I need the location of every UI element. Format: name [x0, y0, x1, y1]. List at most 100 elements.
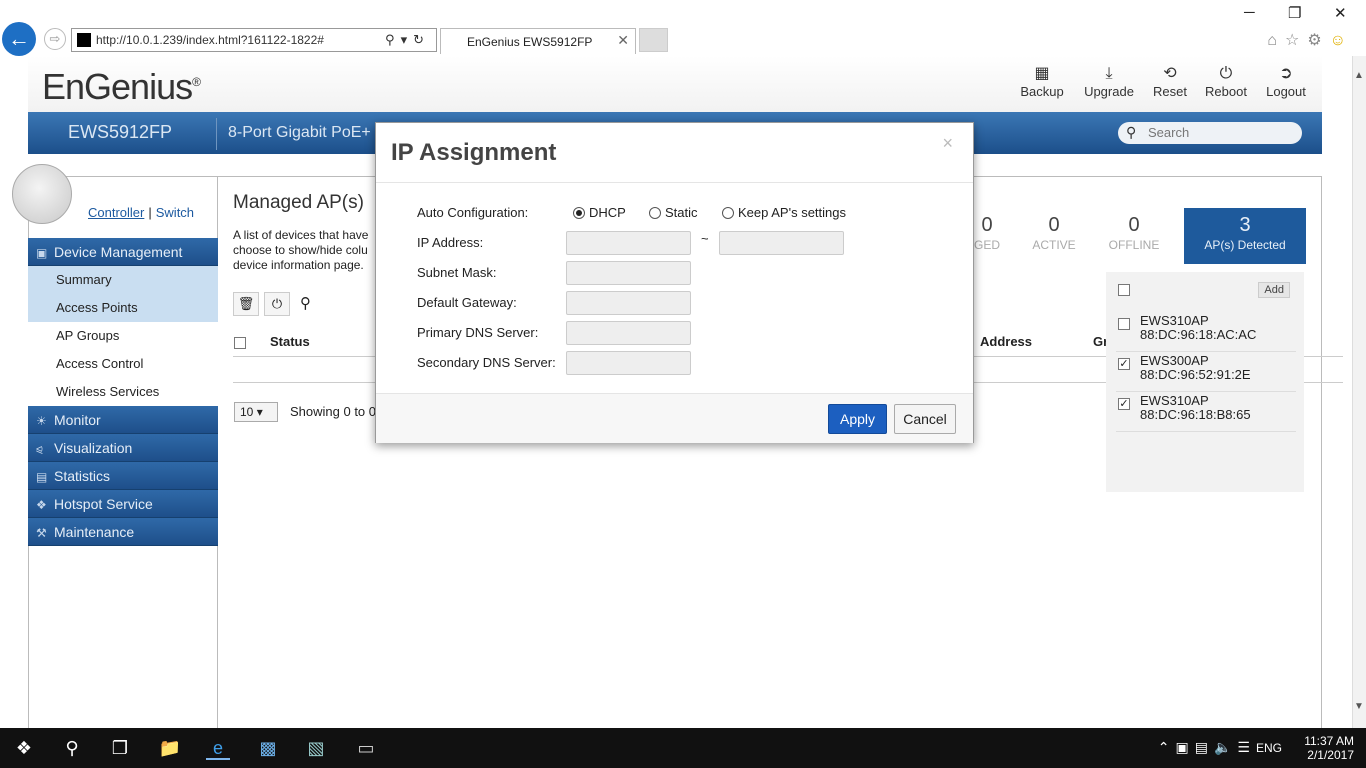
list-item[interactable]: ✓ EWS300AP 88:DC:96:52:91:2E	[1116, 352, 1296, 392]
page-description: A list of devices that have choose to sh…	[233, 228, 369, 272]
secondary-dns-label: Secondary DNS Server:	[417, 355, 556, 370]
table-search-icon[interactable]: ⚲	[300, 294, 311, 312]
sidebar-section-monitor[interactable]: ☀ Monitor	[28, 406, 218, 434]
windows-start-icon[interactable]: ❖	[12, 736, 36, 760]
power-icon: ⏻	[271, 296, 283, 311]
list-item[interactable]: ✓ EWS310AP 88:DC:96:18:B8:65	[1116, 392, 1296, 432]
network-icon[interactable]: ▤	[1195, 739, 1214, 755]
chevron-up-icon[interactable]: ⌃	[1158, 739, 1176, 755]
app-icon[interactable]: ▧	[304, 736, 328, 760]
radio-dhcp-icon[interactable]	[573, 207, 585, 219]
col-status[interactable]: Status	[270, 334, 310, 349]
tray-app-icon[interactable]: ▣	[1176, 739, 1195, 755]
tray-icons[interactable]: ⌃▣▤🔈☰ENG	[1158, 739, 1282, 756]
app2-icon[interactable]: ▭	[354, 736, 378, 760]
showing-count: Showing 0 to 0	[290, 404, 377, 419]
task-view-icon[interactable]: ❐	[108, 736, 132, 760]
ip-address-start-field[interactable]	[566, 231, 691, 255]
sidebar-item-access-control[interactable]: Access Control	[28, 350, 218, 378]
back-arrow-icon[interactable]: ←	[2, 22, 36, 56]
radio-dhcp[interactable]: DHCP	[573, 205, 626, 220]
sidebar-section-hotspot-service[interactable]: ❖ Hotspot Service	[28, 490, 218, 518]
gear-icon[interactable]: ⚙	[1307, 32, 1329, 49]
primary-dns-label: Primary DNS Server:	[417, 325, 539, 340]
scroll-up-icon[interactable]: ▲	[1354, 70, 1364, 81]
primary-dns-field[interactable]	[566, 321, 691, 345]
url-text[interactable]: http://10.0.1.239/index.html?161122-1822…	[96, 33, 324, 47]
sidebar-section-statistics[interactable]: ▤ Statistics	[28, 462, 218, 490]
backup-button[interactable]: ▦ Backup	[1014, 64, 1070, 99]
server-manager-icon[interactable]: ▩	[256, 736, 280, 760]
stat-detected[interactable]: 3 AP(s) Detected	[1184, 208, 1306, 264]
default-gateway-field[interactable]	[566, 291, 691, 315]
restore-icon[interactable]: ❐	[1288, 4, 1301, 22]
cancel-button[interactable]: Cancel	[894, 404, 956, 434]
radio-static-icon[interactable]	[649, 207, 661, 219]
switch-link[interactable]: Switch	[156, 205, 194, 220]
browser-tab[interactable]: EnGenius EWS5912FP ✕	[440, 28, 636, 54]
site-header: EnGenius® ▦ Backup ⤓ Upgrade ⟲ Reset ⏻ Reboo…	[28, 56, 1322, 116]
star-icon[interactable]: ☆	[1285, 32, 1307, 49]
sidebar: ▣ Device Management Summary Access Points…	[28, 238, 218, 546]
col-address[interactable]: Address	[980, 334, 1032, 349]
sidebar-section-visualization[interactable]: ⪨ Visualization	[28, 434, 218, 462]
clock[interactable]: 11:37 AM 2/1/2017	[1294, 734, 1354, 762]
close-window-icon[interactable]: ✕	[1334, 4, 1347, 22]
page-size-select[interactable]: 10 ▾	[234, 402, 278, 422]
sidebar-section-device-management[interactable]: ▣ Device Management	[28, 238, 218, 266]
sidebar-item-wireless-services[interactable]: Wireless Services	[28, 378, 218, 406]
search-icon[interactable]: ⚲	[60, 736, 84, 760]
sidebar-item-summary[interactable]: Summary	[28, 266, 218, 294]
apply-button[interactable]: Apply	[828, 404, 887, 434]
notification-icon[interactable]: ☰	[1237, 739, 1256, 755]
add-button[interactable]: Add	[1258, 282, 1290, 298]
new-tab-button[interactable]	[639, 28, 668, 52]
ap-checkbox[interactable]: ✓	[1118, 398, 1130, 410]
scroll-down-icon[interactable]: ▼	[1354, 701, 1364, 712]
smiley-icon[interactable]: ☺	[1330, 32, 1354, 49]
dialog-footer: Apply Cancel	[376, 393, 973, 443]
browser-right-icons[interactable]: ⌂☆⚙☺	[1267, 30, 1354, 50]
radio-keep-settings[interactable]: Keep AP's settings	[722, 205, 846, 220]
reset-button[interactable]: ⟲ Reset	[1142, 64, 1198, 99]
sidebar-section-maintenance[interactable]: ⚒ Maintenance	[28, 518, 218, 546]
device-icon: ▣	[36, 246, 48, 260]
page-scrollbar[interactable]: ▲ ▼	[1352, 56, 1366, 728]
delete-button[interactable]: 🗑	[233, 292, 259, 316]
secondary-dns-field[interactable]	[566, 351, 691, 375]
chart-icon: ▤	[36, 470, 48, 484]
select-all-checkbox[interactable]	[234, 337, 246, 349]
bar-separator	[216, 118, 217, 150]
address-bar[interactable]: http://10.0.1.239/index.html?161122-1822…	[71, 28, 437, 52]
search-input[interactable]: ⚲ Search	[1118, 122, 1302, 144]
reboot-button[interactable]: ⏻ Reboot	[1198, 64, 1254, 99]
controller-link[interactable]: Controller	[88, 205, 144, 220]
language-indicator[interactable]: ENG	[1256, 741, 1282, 755]
radio-keep-icon[interactable]	[722, 207, 734, 219]
list-item[interactable]: EWS310AP 88:DC:96:18:AC:AC	[1116, 312, 1296, 352]
power-button[interactable]: ⏻	[264, 292, 290, 316]
minimize-icon[interactable]: ─	[1244, 4, 1255, 21]
file-explorer-icon[interactable]: 📁	[158, 736, 182, 760]
monitor-icon: ☀	[36, 414, 47, 428]
radio-static[interactable]: Static	[649, 205, 698, 220]
volume-icon[interactable]: 🔈	[1214, 739, 1237, 755]
sidebar-item-ap-groups[interactable]: AP Groups	[28, 322, 218, 350]
tab-close-icon[interactable]: ✕	[617, 32, 629, 49]
logout-button[interactable]: ➲ Logout	[1258, 64, 1314, 99]
ip-assignment-dialog: IP Assignment × Auto Configuration: DHCP…	[375, 122, 974, 443]
forward-arrow-icon[interactable]: ⇨	[44, 28, 66, 50]
dialog-title: IP Assignment	[391, 139, 557, 166]
subnet-mask-field[interactable]	[566, 261, 691, 285]
ip-address-end-field[interactable]	[719, 231, 844, 255]
ap-select-all-checkbox[interactable]	[1118, 284, 1130, 296]
search-icon: ⚲	[1126, 124, 1137, 140]
home-icon[interactable]: ⌂	[1267, 32, 1285, 49]
internet-explorer-icon[interactable]: e	[206, 736, 230, 760]
upgrade-button[interactable]: ⤓ Upgrade	[1081, 64, 1137, 99]
ap-checkbox[interactable]	[1118, 318, 1130, 330]
address-tools[interactable]: ⚲▾↻	[385, 32, 430, 48]
close-icon[interactable]: ×	[942, 133, 953, 154]
sidebar-item-access-points[interactable]: Access Points	[28, 294, 218, 322]
ap-checkbox[interactable]: ✓	[1118, 358, 1130, 370]
